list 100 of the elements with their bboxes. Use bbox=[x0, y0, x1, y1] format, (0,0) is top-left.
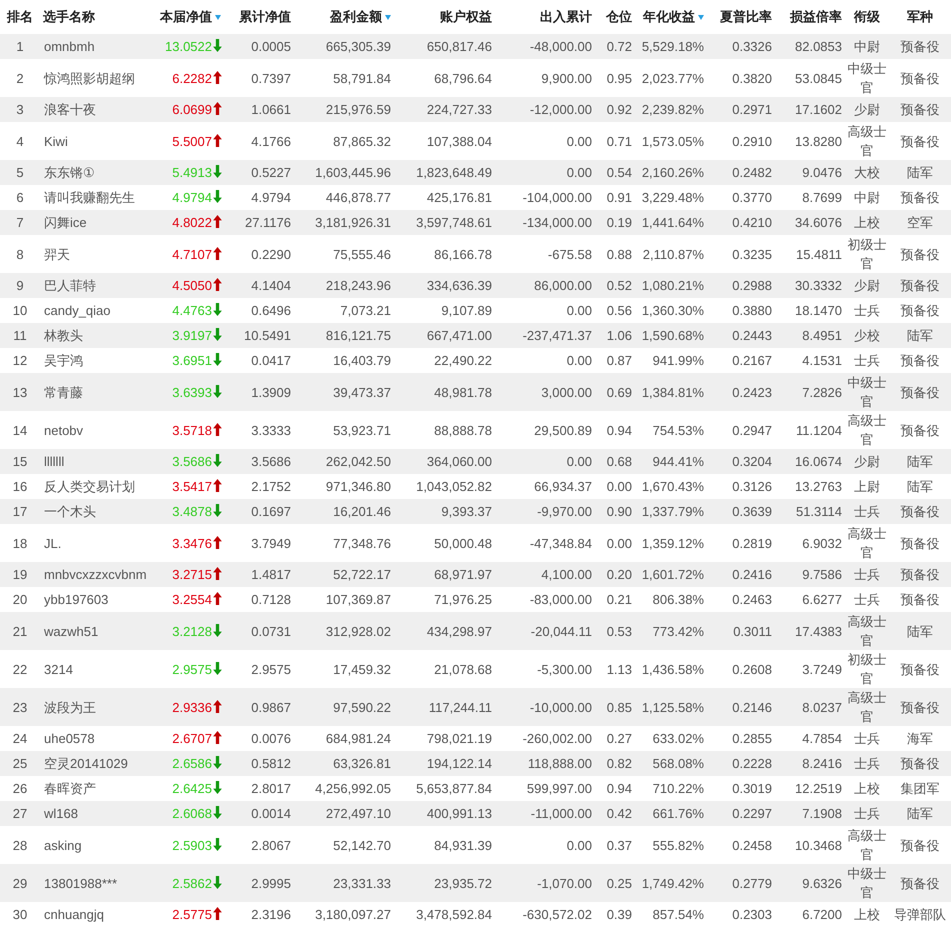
table-cell: 39,473.37 bbox=[333, 384, 391, 400]
player-name: wazwh51 bbox=[44, 624, 98, 638]
net-value: 6.2282 bbox=[172, 70, 212, 86]
table-cell: 4.1404 bbox=[251, 278, 291, 293]
table-cell: 0.2458 bbox=[732, 838, 772, 852]
table-cell: 0.2463 bbox=[732, 592, 772, 607]
column-header[interactable]: 排名 bbox=[7, 9, 33, 24]
service-branch: 预备役 bbox=[900, 876, 940, 890]
sort-caret-icon[interactable] bbox=[698, 15, 704, 20]
table-cell: 2.9575 bbox=[251, 662, 291, 676]
column-header[interactable]: 损益倍率 bbox=[790, 9, 842, 24]
rank-title: 高级士官 bbox=[848, 124, 886, 158]
table-cell: 710.22% bbox=[652, 781, 704, 796]
table-cell: 117,244.11 bbox=[428, 700, 492, 714]
player-name: 3214 bbox=[44, 662, 73, 676]
rank-cell: 8 bbox=[16, 246, 24, 262]
table-cell: 7,073.21 bbox=[340, 303, 391, 318]
table-cell: 88,888.78 bbox=[434, 422, 492, 438]
net-value: 3.4878 bbox=[172, 504, 212, 519]
table-cell: 27.1176 bbox=[244, 215, 291, 230]
net-value: 3.9197 bbox=[172, 328, 212, 343]
net-value: 3.2715 bbox=[172, 567, 212, 582]
table-cell: 0.68 bbox=[606, 454, 632, 469]
column-header[interactable]: 账户权益 bbox=[440, 9, 492, 24]
table-cell: 665,305.39 bbox=[326, 39, 391, 54]
column-header[interactable]: 选手名称 bbox=[43, 9, 95, 24]
table-cell: 400,991.13 bbox=[426, 806, 492, 821]
table-cell: 0.2167 bbox=[732, 353, 772, 368]
table-cell: 0.42 bbox=[606, 806, 632, 821]
table-cell: 1,603,445.96 bbox=[315, 165, 391, 180]
rank-title: 士兵 bbox=[854, 806, 880, 821]
table-cell: 1,080.21% bbox=[642, 278, 704, 293]
player-name: Kiwi bbox=[44, 134, 68, 148]
table-cell: 0.95 bbox=[606, 70, 632, 86]
table-cell: 0.5812 bbox=[251, 756, 291, 771]
column-header[interactable]: 累计净值 bbox=[239, 9, 291, 24]
rank-cell: 3 bbox=[16, 102, 24, 117]
rank-cell: 29 bbox=[12, 876, 28, 890]
table-cell: 0.2416 bbox=[732, 567, 772, 582]
table-cell: 8.4951 bbox=[802, 328, 842, 343]
table-cell: -9,970.00 bbox=[537, 504, 592, 519]
column-header[interactable]: 军种 bbox=[907, 9, 933, 24]
rank-title: 士兵 bbox=[854, 756, 880, 771]
table-cell: 0.2423 bbox=[732, 384, 772, 400]
service-branch: 预备役 bbox=[900, 70, 940, 86]
column-header[interactable]: 盈利金额 bbox=[330, 9, 391, 24]
table-cell: 1,749.42% bbox=[642, 876, 704, 890]
table-cell: 84,931.39 bbox=[434, 838, 492, 852]
service-branch: 预备役 bbox=[900, 246, 940, 262]
column-header[interactable]: 年化收益 bbox=[643, 9, 704, 24]
table-cell: 0.00 bbox=[566, 303, 592, 318]
table-cell: 1,601.72% bbox=[642, 567, 704, 582]
rank-cell: 20 bbox=[12, 592, 28, 607]
player-name: cnhuangjq bbox=[44, 907, 104, 922]
service-branch: 集团军 bbox=[900, 781, 940, 796]
table-cell: 3.7249 bbox=[802, 662, 842, 676]
table-cell: 0.0005 bbox=[251, 39, 291, 54]
service-branch: 预备役 bbox=[900, 102, 940, 117]
table-cell: 1.13 bbox=[606, 662, 632, 676]
table-cell: -12,000.00 bbox=[530, 102, 592, 117]
rank-cell: 11 bbox=[13, 328, 27, 343]
column-header[interactable]: 仓位 bbox=[606, 9, 632, 24]
table-cell: 334,636.39 bbox=[426, 278, 492, 293]
table-cell: 68,971.97 bbox=[434, 567, 492, 582]
sort-caret-icon[interactable] bbox=[385, 15, 391, 20]
rank-title: 上校 bbox=[854, 907, 880, 922]
table-cell: 16.0674 bbox=[795, 454, 842, 469]
table-cell: 0.4210 bbox=[732, 215, 772, 230]
sort-caret-icon[interactable] bbox=[215, 15, 221, 20]
service-branch: 海军 bbox=[907, 731, 933, 746]
column-header[interactable]: 衔级 bbox=[854, 9, 880, 24]
table-cell: 77,348.76 bbox=[333, 536, 391, 550]
table-cell: 71,976.25 bbox=[434, 592, 492, 607]
table-cell: 0.2819 bbox=[732, 536, 772, 550]
rank-cell: 13 bbox=[12, 384, 28, 400]
rank-cell: 19 bbox=[12, 567, 28, 582]
column-header[interactable]: 夏普比率 bbox=[720, 9, 772, 24]
table-cell: 0.85 bbox=[606, 700, 632, 714]
column-header[interactable]: 本届净值 bbox=[160, 9, 221, 24]
table-cell: 0.00 bbox=[566, 838, 592, 852]
table-cell: 9,900.00 bbox=[541, 70, 592, 86]
table-cell: 0.3326 bbox=[732, 39, 772, 54]
table-cell: 806.38% bbox=[652, 592, 704, 607]
table-cell: 0.94 bbox=[606, 781, 632, 796]
column-header[interactable]: 出入累计 bbox=[540, 9, 592, 24]
table-cell: 21,078.68 bbox=[434, 662, 492, 676]
table-cell: 1,359.12% bbox=[642, 536, 704, 550]
rank-title: 士兵 bbox=[854, 353, 880, 368]
table-cell: 13.2763 bbox=[795, 479, 842, 494]
table-cell: 5,653,877.84 bbox=[416, 781, 492, 796]
table-cell: 7.2826 bbox=[802, 384, 842, 400]
table-cell: 0.2988 bbox=[732, 278, 772, 293]
table-cell: 0.0417 bbox=[251, 353, 291, 368]
player-name: 反人类交易计划 bbox=[44, 479, 135, 494]
service-branch: 预备役 bbox=[900, 567, 940, 582]
table-cell: 23,331.33 bbox=[333, 876, 391, 890]
player-name: JL. bbox=[44, 536, 62, 550]
player-name: 吴宇鸿 bbox=[44, 353, 83, 368]
table-cell: 0.3011 bbox=[733, 624, 772, 638]
rank-cell: 21 bbox=[12, 624, 28, 638]
